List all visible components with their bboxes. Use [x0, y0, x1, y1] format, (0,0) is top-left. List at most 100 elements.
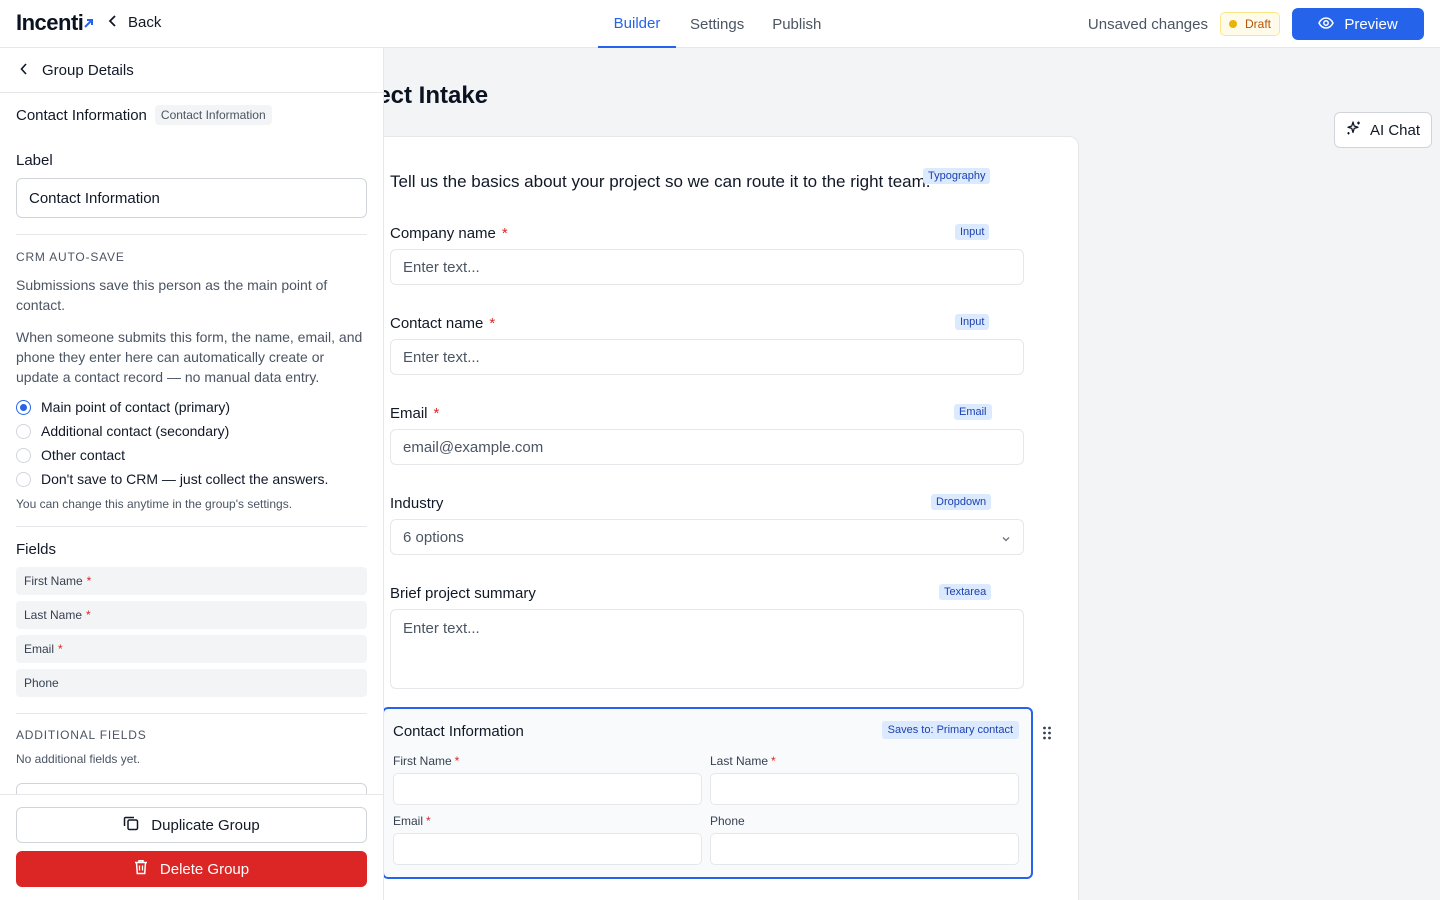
duplicate-group-label: Duplicate Group [151, 816, 260, 834]
tab-publish[interactable]: Publish [758, 0, 835, 48]
company-name-input[interactable]: Enter text... [390, 249, 1024, 285]
radio-label: Other contact [41, 447, 126, 463]
fields-heading: Fields [16, 541, 57, 558]
required-mark: * [771, 754, 776, 768]
group-title: Contact Information [16, 106, 147, 124]
status-badge: Draft [1219, 12, 1280, 36]
status-badge-label: Draft [1244, 17, 1271, 31]
field-item-label: First Name [24, 574, 83, 588]
sidebar-body: Contact Information Contact Information … [0, 105, 383, 803]
sidebar-footer: Duplicate Group Delete Group [0, 794, 383, 900]
group-last-name-input[interactable] [710, 773, 1019, 805]
unsaved-changes-label: Unsaved changes [1087, 15, 1208, 33]
top-bar: Incenti Back Builder Settings Publish Un… [0, 0, 1440, 48]
field-item-phone[interactable]: Phone [16, 669, 367, 697]
top-right-actions: Unsaved changes Draft Preview [1088, 8, 1424, 40]
ai-chat-button[interactable]: AI Chat [1334, 112, 1432, 148]
required-mark: * [454, 754, 460, 768]
email-input[interactable]: email@example.com [390, 429, 1024, 465]
field-type-tag: Input [955, 224, 990, 240]
group-field-label: First Name * [393, 754, 459, 768]
radio-dont-save[interactable]: Don't save to CRM — just collect the ans… [16, 467, 367, 491]
contact-name-input[interactable]: Enter text... [390, 339, 1024, 375]
preview-button[interactable]: Preview [1292, 8, 1424, 40]
group-details-back[interactable]: Group Details [0, 48, 383, 93]
sparkles-icon [1346, 120, 1362, 140]
preview-label: Preview [1344, 15, 1398, 33]
field-type-tag: Textarea [939, 584, 992, 600]
contact-name-label: Contact name * [390, 315, 495, 332]
tab-settings[interactable]: Settings [676, 0, 758, 48]
divider [16, 526, 367, 527]
logo-text: Incenti [16, 10, 84, 35]
field-label-text: Company name [390, 225, 496, 242]
group-first-name-input[interactable] [393, 773, 702, 805]
sidebar-header-label: Group Details [42, 61, 134, 79]
contact-information-group[interactable]: Contact Information Saves to: Primary co… [384, 707, 1033, 879]
radio-primary-contact[interactable]: Main point of contact (primary) [16, 395, 367, 419]
radio-label: Don't save to CRM — just collect the ans… [41, 471, 329, 487]
field-item-email[interactable]: Email * [16, 635, 367, 663]
back-button[interactable]: Back [108, 14, 161, 31]
field-type-tag: Typography [923, 168, 991, 184]
field-item-first-name[interactable]: First Name * [16, 567, 367, 595]
industry-select-value: 6 options [403, 528, 464, 546]
radio-other-contact[interactable]: Other contact [16, 443, 367, 467]
field-label-text: Contact name [390, 315, 484, 332]
summary-textarea[interactable]: Enter text... [390, 609, 1024, 689]
field-label-text: Email [390, 405, 428, 422]
crm-radio-group: Main point of contact (primary) Addition… [16, 395, 367, 491]
logo[interactable]: Incenti [16, 10, 94, 36]
logo-mark-icon [84, 8, 94, 34]
radio-unselected-icon [16, 423, 31, 439]
group-field-label-text: Phone [710, 814, 745, 828]
divider [16, 234, 367, 235]
status-dot-icon [1228, 20, 1237, 28]
radio-secondary-contact[interactable]: Additional contact (secondary) [16, 419, 367, 443]
company-name-label: Company name * [390, 225, 508, 242]
required-mark: * [58, 642, 63, 656]
field-type-tag: Email [954, 404, 992, 420]
chevron-left-icon [20, 62, 28, 79]
radio-unselected-icon [16, 471, 31, 487]
group-type-tag: Contact Information [154, 105, 272, 125]
chevron-left-icon [108, 14, 118, 31]
crm-hint: You can change this anytime in the group… [16, 497, 293, 511]
ai-chat-label: AI Chat [1369, 121, 1421, 139]
group-field-label: Phone [710, 814, 748, 828]
required-mark: * [433, 405, 440, 422]
crm-description-detail: When someone submits this form, the name… [16, 329, 363, 385]
group-field-label: Email * [393, 814, 431, 828]
field-type-tag: Dropdown [931, 494, 992, 510]
chevron-down-icon [1001, 529, 1011, 546]
group-field-label: Last Name * [710, 754, 776, 768]
additional-fields-empty: No additional fields yet. [16, 752, 141, 766]
required-mark: * [501, 225, 508, 242]
radio-label: Main point of contact (primary) [41, 399, 231, 415]
group-details-sidebar: Group Details Contact Information Contac… [0, 48, 384, 900]
main-tabs: Builder Settings Publish [598, 0, 835, 48]
intro-text[interactable]: Tell us the basics about your project so… [390, 172, 931, 192]
field-type-tag: Input [955, 314, 990, 330]
required-mark: * [86, 574, 92, 588]
delete-group-label: Delete Group [159, 860, 250, 878]
group-field-label-text: Last Name [710, 754, 769, 768]
industry-select[interactable]: 6 options [390, 519, 1024, 555]
group-phone-input[interactable] [710, 833, 1019, 865]
group-email-input[interactable] [393, 833, 702, 865]
label-input[interactable]: Contact Information [16, 178, 367, 218]
delete-group-button[interactable]: Delete Group [16, 851, 367, 887]
crm-description: Submissions save this person as the main… [16, 277, 328, 313]
drag-handle-icon[interactable] [1042, 725, 1052, 746]
duplicate-group-button[interactable]: Duplicate Group [16, 807, 367, 843]
trash-icon [134, 859, 148, 879]
field-item-label: Phone [24, 676, 59, 690]
form-canvas: oject Intake AI Chat Tell us the basics … [384, 48, 1440, 900]
field-item-last-name[interactable]: Last Name * [16, 601, 367, 629]
saves-to-tag: Saves to: Primary contact [881, 721, 1019, 739]
group-title-row: Contact Information Contact Information [16, 105, 367, 125]
field-item-label: Last Name [24, 608, 83, 622]
required-mark: * [426, 814, 431, 828]
form-title: oject Intake [384, 82, 489, 109]
tab-builder[interactable]: Builder [598, 0, 676, 48]
